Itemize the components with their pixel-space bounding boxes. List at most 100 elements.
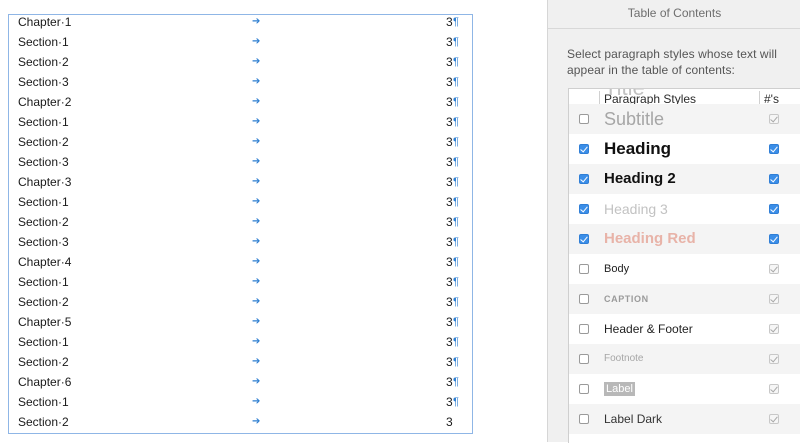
toc-entry[interactable]: Section·1 ➔ 3 ¶: [18, 392, 463, 412]
paragraph-styles-table: Paragraph Styles #'s TitleSubtitleHeadin…: [568, 88, 800, 443]
style-row-subtitle[interactable]: Subtitle: [569, 104, 800, 134]
include-checkbox[interactable]: [579, 264, 589, 274]
toc-entry[interactable]: Section·1 ➔ 3 ¶: [18, 32, 463, 52]
toc-entry[interactable]: Chapter·1 ➔ 3 ¶: [18, 12, 463, 32]
toc-entry[interactable]: Section·3 ➔ 3 ¶: [18, 152, 463, 172]
toc-entry-page: 3: [446, 235, 453, 249]
toc-entry-page: 3: [446, 315, 453, 329]
style-name: Label: [604, 374, 635, 404]
page-numbers-checkbox[interactable]: [769, 354, 779, 364]
page-numbers-checkbox[interactable]: [769, 174, 779, 184]
tab-arrow-icon: ➔: [252, 196, 261, 207]
toc-entry[interactable]: Section·2 ➔ 3 ¶: [18, 212, 463, 232]
toc-entry[interactable]: Section·3 ➔ 3 ¶: [18, 232, 463, 252]
toc-entry-page: 3: [446, 375, 453, 389]
tab-arrow-icon: ➔: [252, 256, 261, 267]
toc-entry-title: Section·1: [18, 275, 69, 289]
style-row-title[interactable]: Title: [569, 89, 800, 104]
toc-entry[interactable]: Chapter·4 ➔ 3 ¶: [18, 252, 463, 272]
tab-arrow-icon: ➔: [252, 296, 261, 307]
include-checkbox[interactable]: [579, 114, 589, 124]
toc-entry[interactable]: Section·2 ➔ 3: [18, 412, 463, 432]
toc-entry-title: Section·2: [18, 355, 69, 369]
toc-entry-title: Section·2: [18, 415, 69, 429]
style-row-header-footer[interactable]: Header & Footer: [569, 314, 800, 344]
toc-entry[interactable]: Section·3 ➔ 3 ¶: [18, 72, 463, 92]
style-row-label[interactable]: Label: [569, 374, 800, 404]
pilcrow-icon: ¶: [453, 36, 459, 48]
toc-entry-title: Section·1: [18, 335, 69, 349]
tab-arrow-icon: ➔: [252, 56, 261, 67]
style-name: Heading: [604, 139, 672, 158]
page-numbers-checkbox[interactable]: [769, 324, 779, 334]
style-name: Body: [604, 263, 630, 275]
style-row-heading-3[interactable]: Heading 3: [569, 194, 800, 224]
page-numbers-checkbox[interactable]: [769, 144, 779, 154]
toc-entry[interactable]: Chapter·2 ➔ 3 ¶: [18, 92, 463, 112]
include-checkbox[interactable]: [579, 234, 589, 244]
tab-arrow-icon: ➔: [252, 96, 261, 107]
page-numbers-checkbox[interactable]: [769, 264, 779, 274]
pilcrow-icon: ¶: [453, 76, 459, 88]
style-name: CAPTION: [604, 294, 649, 304]
style-row-heading[interactable]: Heading: [569, 134, 800, 164]
toc-entry[interactable]: Section·2 ➔ 3 ¶: [18, 52, 463, 72]
document-canvas[interactable]: Chapter·1 ➔ 3 ¶ Section·1 ➔ 3 ¶ Section·2 ➔ 3 ¶ Sect…: [0, 0, 547, 442]
pilcrow-icon: ¶: [453, 376, 459, 388]
toc-entry[interactable]: Section·1 ➔ 3 ¶: [18, 192, 463, 212]
toc-entry-title: Section·1: [18, 35, 69, 49]
toc-entry-page: 3: [446, 355, 453, 369]
toc-entry[interactable]: Chapter·3 ➔ 3 ¶: [18, 172, 463, 192]
pilcrow-icon: ¶: [453, 236, 459, 248]
include-checkbox[interactable]: [579, 174, 589, 184]
toc-entry[interactable]: Section·2 ➔ 3 ¶: [18, 292, 463, 312]
toc-entry-page: 3: [446, 55, 453, 69]
style-row-body[interactable]: Body: [569, 254, 800, 284]
toc-entry-title: Chapter·5: [18, 315, 72, 329]
toc-entry-title: Chapter·1: [18, 15, 72, 29]
pilcrow-icon: ¶: [453, 316, 459, 328]
style-row-heading-2[interactable]: Heading 2: [569, 164, 800, 194]
toc-entry[interactable]: Chapter·6 ➔ 3 ¶: [18, 372, 463, 392]
panel-description: Select paragraph styles whose text will …: [567, 47, 777, 77]
toc-entry[interactable]: Section·1 ➔ 3 ¶: [18, 332, 463, 352]
tab-arrow-icon: ➔: [252, 156, 261, 167]
toc-entry-page: 3: [446, 335, 453, 349]
toc-entry[interactable]: Section·2 ➔ 3 ¶: [18, 132, 463, 152]
style-row-footnote[interactable]: Footnote: [569, 344, 800, 374]
pilcrow-icon: ¶: [453, 356, 459, 368]
include-checkbox[interactable]: [579, 384, 589, 394]
panel-title: Table of Contents: [627, 6, 722, 20]
toc-entry[interactable]: Section·1 ➔ 3 ¶: [18, 272, 463, 292]
include-checkbox[interactable]: [579, 144, 589, 154]
pilcrow-icon: ¶: [453, 196, 459, 208]
tab-arrow-icon: ➔: [252, 336, 261, 347]
style-name: Subtitle: [604, 109, 665, 129]
page-numbers-checkbox[interactable]: [769, 234, 779, 244]
page-numbers-checkbox[interactable]: [769, 384, 779, 394]
style-row-heading-red[interactable]: Heading Red: [569, 224, 800, 254]
page-numbers-checkbox[interactable]: [769, 294, 779, 304]
page-numbers-checkbox[interactable]: [769, 414, 779, 424]
include-checkbox[interactable]: [579, 414, 589, 424]
page-numbers-checkbox[interactable]: [769, 114, 779, 124]
toc-entry[interactable]: Chapter·5 ➔ 3 ¶: [18, 312, 463, 332]
pilcrow-icon: ¶: [453, 16, 459, 28]
toc-entry[interactable]: Section·2 ➔ 3 ¶: [18, 352, 463, 372]
pilcrow-icon: ¶: [453, 336, 459, 348]
style-row-label-dark[interactable]: Label Dark: [569, 404, 800, 434]
pilcrow-icon: ¶: [453, 276, 459, 288]
style-name: Title: [604, 89, 645, 104]
include-checkbox[interactable]: [579, 204, 589, 214]
toc-entry[interactable]: Section·1 ➔ 3 ¶: [18, 112, 463, 132]
style-row-caption[interactable]: CAPTION: [569, 284, 800, 314]
include-checkbox[interactable]: [579, 294, 589, 304]
include-checkbox[interactable]: [579, 324, 589, 334]
tab-arrow-icon: ➔: [252, 16, 261, 27]
tab-arrow-icon: ➔: [252, 176, 261, 187]
toc-entry-page: 3: [446, 95, 453, 109]
include-checkbox[interactable]: [579, 354, 589, 364]
label-style-sample: Label: [604, 382, 635, 396]
toc-entry-title: Section·1: [18, 195, 69, 209]
page-numbers-checkbox[interactable]: [769, 204, 779, 214]
